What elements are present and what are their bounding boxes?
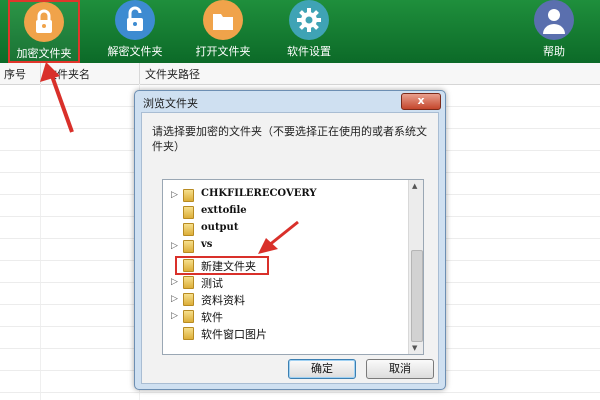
annotation-arrow-new-folder [258, 220, 299, 254]
